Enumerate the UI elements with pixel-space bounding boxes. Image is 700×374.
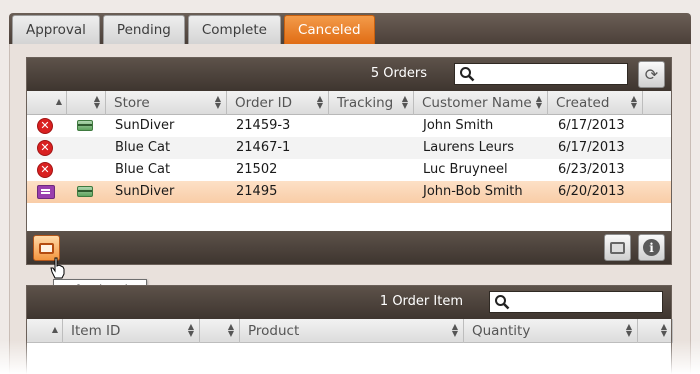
- cell-order-id: 21495: [236, 184, 278, 199]
- cell-store: SunDiver: [115, 118, 175, 133]
- cell-created: 6/17/2013: [558, 118, 625, 133]
- bottom-fade: [0, 340, 700, 374]
- table-row[interactable]: ✕ Blue Cat 21467-1 Laurens Leurs 6/17/20…: [27, 137, 671, 159]
- cell-customer: Laurens Leurs: [423, 140, 515, 155]
- printer-icon: [610, 241, 625, 254]
- column-payment[interactable]: ▲ ▼: [67, 91, 106, 115]
- column-order-id[interactable]: Order ID ▲ ▼: [227, 91, 329, 115]
- table-row-selected[interactable]: SunDiver 21495 John-Bob Smith 6/20/2013: [27, 181, 671, 203]
- cell-store: Blue Cat: [115, 140, 171, 155]
- cell-customer: John Smith: [423, 118, 494, 133]
- column-store[interactable]: Store ▲ ▼: [106, 91, 227, 115]
- column-tracking[interactable]: Tracking ▲ ▼: [329, 91, 414, 115]
- cell-customer: John-Bob Smith: [423, 184, 523, 199]
- cell-order-id: 21467-1: [236, 140, 291, 155]
- refund-icon: [39, 242, 54, 254]
- cell-customer: Luc Bruyneel: [423, 162, 508, 177]
- column-customer-name[interactable]: Customer Name ▲ ▼: [414, 91, 548, 115]
- refresh-button[interactable]: ⟳: [638, 61, 665, 88]
- tab-pending[interactable]: Pending: [102, 15, 185, 44]
- cell-created: 6/17/2013: [558, 140, 625, 155]
- info-icon: i: [643, 239, 660, 256]
- cell-store: Blue Cat: [115, 162, 171, 177]
- cancel-icon: ✕: [37, 162, 53, 178]
- cell-order-id: 21459-3: [236, 118, 291, 133]
- hand-cursor-icon: [50, 257, 65, 279]
- orders-count: 5 Orders: [370, 66, 427, 81]
- items-count: 1 Order Item: [379, 294, 463, 309]
- cancel-icon: ✕: [37, 140, 53, 156]
- table-row[interactable]: ✕ SunDiver 21459-3 John Smith 6/17/2013: [27, 115, 671, 137]
- cell-order-id: 21502: [236, 162, 278, 177]
- credit-card-icon: [77, 120, 93, 131]
- tab-approval[interactable]: Approval: [12, 15, 100, 44]
- orders-grid: 5 Orders ⟳ ▲ ▲ ▼ Store ▲ ▼ Order ID ▲ ▼ Track…: [26, 57, 672, 265]
- cell-created: 6/23/2013: [558, 162, 625, 177]
- credit-card-icon: [77, 186, 93, 197]
- cancel-icon: ✕: [37, 118, 53, 134]
- tab-canceled[interactable]: Canceled: [283, 15, 375, 44]
- column-status[interactable]: ▲: [27, 91, 67, 115]
- refresh-icon: ⟳: [644, 65, 659, 84]
- app-window: Approval Pending Complete Canceled 5 Ord…: [0, 0, 700, 374]
- cell-created: 6/20/2013: [558, 184, 625, 199]
- search-icon: [495, 295, 510, 310]
- search-icon: [460, 67, 475, 82]
- refund-flag-icon: [37, 185, 55, 199]
- column-created[interactable]: Created ▲ ▼: [548, 91, 643, 115]
- table-row[interactable]: ✕ Blue Cat 21502 Luc Bruyneel 6/23/2013: [27, 159, 671, 181]
- orders-footer-toolbar: i: [27, 231, 671, 264]
- orders-search-input[interactable]: [454, 63, 628, 85]
- tab-complete[interactable]: Complete: [187, 15, 281, 44]
- items-search-input[interactable]: [489, 291, 663, 313]
- order-status-tabs: Approval Pending Complete Canceled: [12, 15, 375, 44]
- print-button[interactable]: [604, 234, 631, 261]
- orders-toolbar: 5 Orders ⟳: [27, 58, 671, 91]
- info-button[interactable]: i: [638, 234, 665, 261]
- cell-store: SunDiver: [115, 184, 175, 199]
- items-toolbar: 1 Order Item: [27, 286, 671, 319]
- orders-header-row: ▲ ▲ ▼ Store ▲ ▼ Order ID ▲ ▼ Tracking ▲ ▼ Custo…: [27, 91, 671, 115]
